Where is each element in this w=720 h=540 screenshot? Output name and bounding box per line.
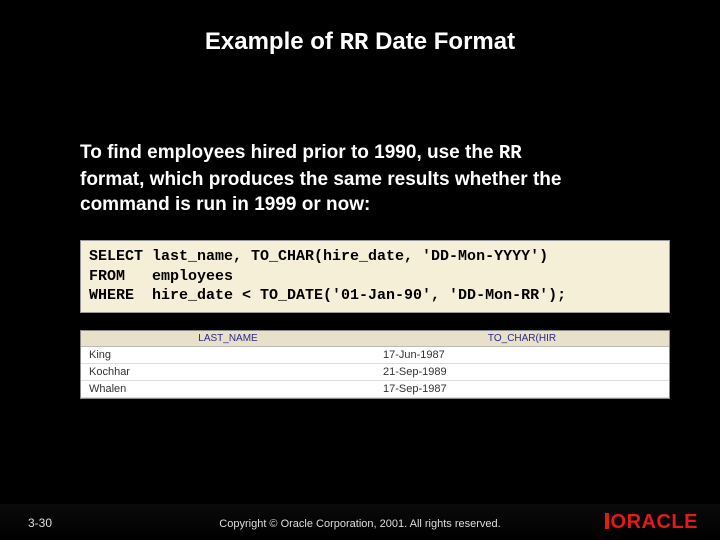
result-table: LAST_NAME TO_CHAR(HIR King 17-Jun-1987 K…: [80, 330, 670, 399]
table-row: Kochhar 21-Sep-1989: [81, 364, 669, 381]
cell-lastname: Kochhar: [81, 364, 375, 381]
slide: Example of RR Date Format To find employ…: [0, 0, 720, 540]
cell-date: 17-Sep-1987: [375, 381, 669, 398]
body-line3: command is run in 1999 or now:: [80, 194, 370, 215]
cell-lastname: Whalen: [81, 381, 375, 398]
title-prefix: Example of: [205, 28, 340, 55]
table-header-row: LAST_NAME TO_CHAR(HIR: [81, 331, 669, 347]
table-row: King 17-Jun-1987: [81, 347, 669, 364]
oracle-logo: ORACLE: [605, 511, 698, 534]
logo-bar-icon: [605, 513, 609, 529]
sql-code-block: SELECT last_name, TO_CHAR(hire_date, 'DD…: [80, 240, 670, 313]
body-paragraph: To find employees hired prior to 1990, u…: [80, 140, 640, 218]
table-row: Whalen 17-Sep-1987: [81, 381, 669, 398]
title-suffix: Date Format: [368, 28, 515, 55]
cell-lastname: King: [81, 347, 375, 364]
body-line1-prefix: To find employees hired prior to 1990, u…: [80, 142, 499, 163]
cell-date: 21-Sep-1989: [375, 364, 669, 381]
body-line1-code: RR: [499, 142, 522, 164]
title-code: RR: [340, 30, 369, 57]
table-header-lastname: LAST_NAME: [81, 331, 375, 347]
slide-title: Example of RR Date Format: [0, 0, 720, 57]
body-line2: format, which produces the same results …: [80, 169, 561, 190]
cell-date: 17-Jun-1987: [375, 347, 669, 364]
table-header-tochar: TO_CHAR(HIR: [375, 331, 669, 347]
logo-text: ORACLE: [611, 511, 698, 533]
footer: 3-30 Copyright © Oracle Corporation, 200…: [0, 504, 720, 540]
